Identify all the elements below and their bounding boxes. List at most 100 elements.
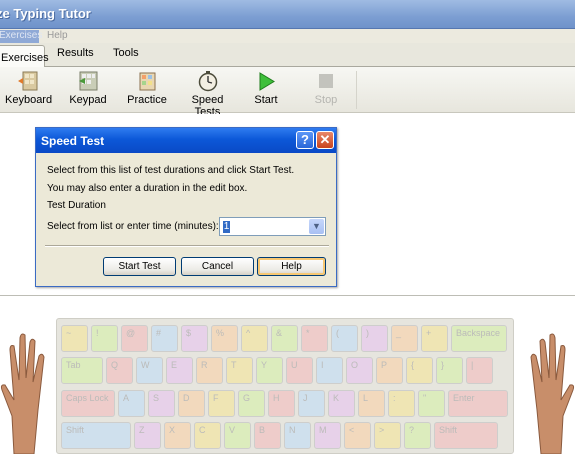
right-hand-icon [530, 333, 575, 454]
keyboard-key: D [178, 390, 205, 417]
keyboard-key: M [314, 422, 341, 449]
keyboard-key: Z [134, 422, 161, 449]
start-button[interactable]: Start [253, 71, 279, 106]
keyboard-key: F [208, 390, 235, 417]
on-screen-keyboard: ~! @ # $% ^ & *() _ + Backspace Tab Q W E R T Y U I O P{} | Ca… [56, 318, 514, 454]
start-test-button[interactable]: Start Test [103, 257, 176, 276]
keyboard-key: Shift [61, 422, 131, 449]
keyboard-key: ~ [61, 325, 88, 352]
keyboard-label: Keyboard [5, 94, 53, 106]
test-duration-label: Test Duration [47, 200, 106, 211]
keyboard-key: O [346, 357, 373, 384]
dialog-title-bar: Speed Test ? ✕ [36, 128, 336, 153]
keyboard-key: Shift [434, 422, 498, 449]
close-icon[interactable]: ✕ [316, 131, 334, 149]
tab-row: Exercises Results Tools [0, 43, 575, 68]
keyboard-key: B [254, 422, 281, 449]
keyboard-key: < [344, 422, 371, 449]
chevron-down-icon[interactable]: ▼ [309, 219, 324, 234]
keyboard-key: | [466, 357, 493, 384]
stop-icon [319, 74, 333, 88]
keyboard-key: # [151, 325, 178, 352]
keyboard-button[interactable]: Keyboard [5, 71, 53, 106]
duration-field-label: Select from list or enter time (minutes)… [47, 221, 219, 232]
play-icon [259, 72, 275, 91]
tab-results[interactable]: Results [57, 47, 94, 59]
stop-button[interactable]: Stop [313, 71, 339, 106]
keyboard-key: Caps Lock [61, 390, 115, 417]
speed-test-dialog: Speed Test ? ✕ Select from this list of … [35, 127, 337, 287]
keyboard-key: A [118, 390, 145, 417]
keyboard-key: % [211, 325, 238, 352]
keypad-label: Keypad [69, 94, 107, 106]
practice-button[interactable]: Practice [127, 71, 167, 106]
keyboard-key: ) [361, 325, 388, 352]
menu-bar: Exercises Help [0, 29, 575, 43]
tab-exercises[interactable]: Exercises [0, 45, 49, 68]
keyboard-key: @ [121, 325, 148, 352]
duration-value[interactable]: 1 [223, 221, 230, 233]
toolbar-separator [356, 71, 357, 109]
keyboard-icon [18, 71, 38, 91]
keyboard-key: G [238, 390, 265, 417]
menu-help[interactable]: Help [47, 30, 68, 41]
speed-tests-button[interactable]: Speed Tests [179, 71, 236, 118]
keyboard-key: J [298, 390, 325, 417]
dialog-divider [45, 245, 329, 247]
dialog-instruction-2: You may also enter a duration in the edi… [47, 183, 248, 194]
keyboard-key: E [166, 357, 193, 384]
keyboard-key: P [376, 357, 403, 384]
stop-label: Stop [314, 94, 338, 106]
keyboard-key: Y [256, 357, 283, 384]
practice-icon [139, 72, 156, 91]
keyboard-key: { [406, 357, 433, 384]
duration-combobox[interactable]: 1 ▼ [219, 217, 326, 236]
toolbar: Keyboard Keypad Practice Speed Tests Sta… [0, 67, 575, 118]
menu-exercises[interactable]: Exercises [0, 30, 42, 43]
keyboard-key: ! [91, 325, 118, 352]
keyboard-key: Enter [448, 390, 508, 417]
keyboard-key: > [374, 422, 401, 449]
keyboard-key: T [226, 357, 253, 384]
keyboard-key: U [286, 357, 313, 384]
keyboard-key: ? [404, 422, 431, 449]
keyboard-key: Q [106, 357, 133, 384]
keyboard-key: R [196, 357, 223, 384]
keyboard-key: V [224, 422, 251, 449]
keyboard-key: C [194, 422, 221, 449]
keyboard-key: & [271, 325, 298, 352]
keyboard-key: ^ [241, 325, 268, 352]
cancel-button[interactable]: Cancel [181, 257, 254, 276]
keypad-icon [79, 71, 98, 91]
keyboard-key: N [284, 422, 311, 449]
keyboard-key: Backspace [451, 325, 507, 352]
keyboard-key: : [388, 390, 415, 417]
keyboard-key: Tab [61, 357, 103, 384]
keyboard-key: X [164, 422, 191, 449]
left-hand-icon [0, 333, 45, 454]
keyboard-key: S [148, 390, 175, 417]
keyboard-key: " [418, 390, 445, 417]
keypad-button[interactable]: Keypad [69, 71, 107, 106]
start-label: Start [254, 94, 278, 106]
keyboard-key: H [268, 390, 295, 417]
keyboard-key: ( [331, 325, 358, 352]
help-button[interactable]: Help [257, 257, 326, 276]
tab-tools[interactable]: Tools [113, 47, 139, 59]
dialog-instruction-1: Select from this list of test durations … [47, 165, 295, 176]
keyboard-key: W [136, 357, 163, 384]
keyboard-key: I [316, 357, 343, 384]
practice-label: Practice [127, 94, 167, 106]
keyboard-key: } [436, 357, 463, 384]
window-title: ze Typing Tutor [0, 6, 91, 21]
title-bar: ze Typing Tutor [0, 0, 575, 29]
keyboard-key: $ [181, 325, 208, 352]
keyboard-key: _ [391, 325, 418, 352]
keyboard-key: L [358, 390, 385, 417]
keyboard-key: + [421, 325, 448, 352]
keyboard-key: * [301, 325, 328, 352]
keyboard-key: K [328, 390, 355, 417]
help-icon[interactable]: ? [296, 131, 314, 149]
dialog-title: Speed Test [41, 134, 105, 148]
stopwatch-icon [198, 71, 217, 92]
